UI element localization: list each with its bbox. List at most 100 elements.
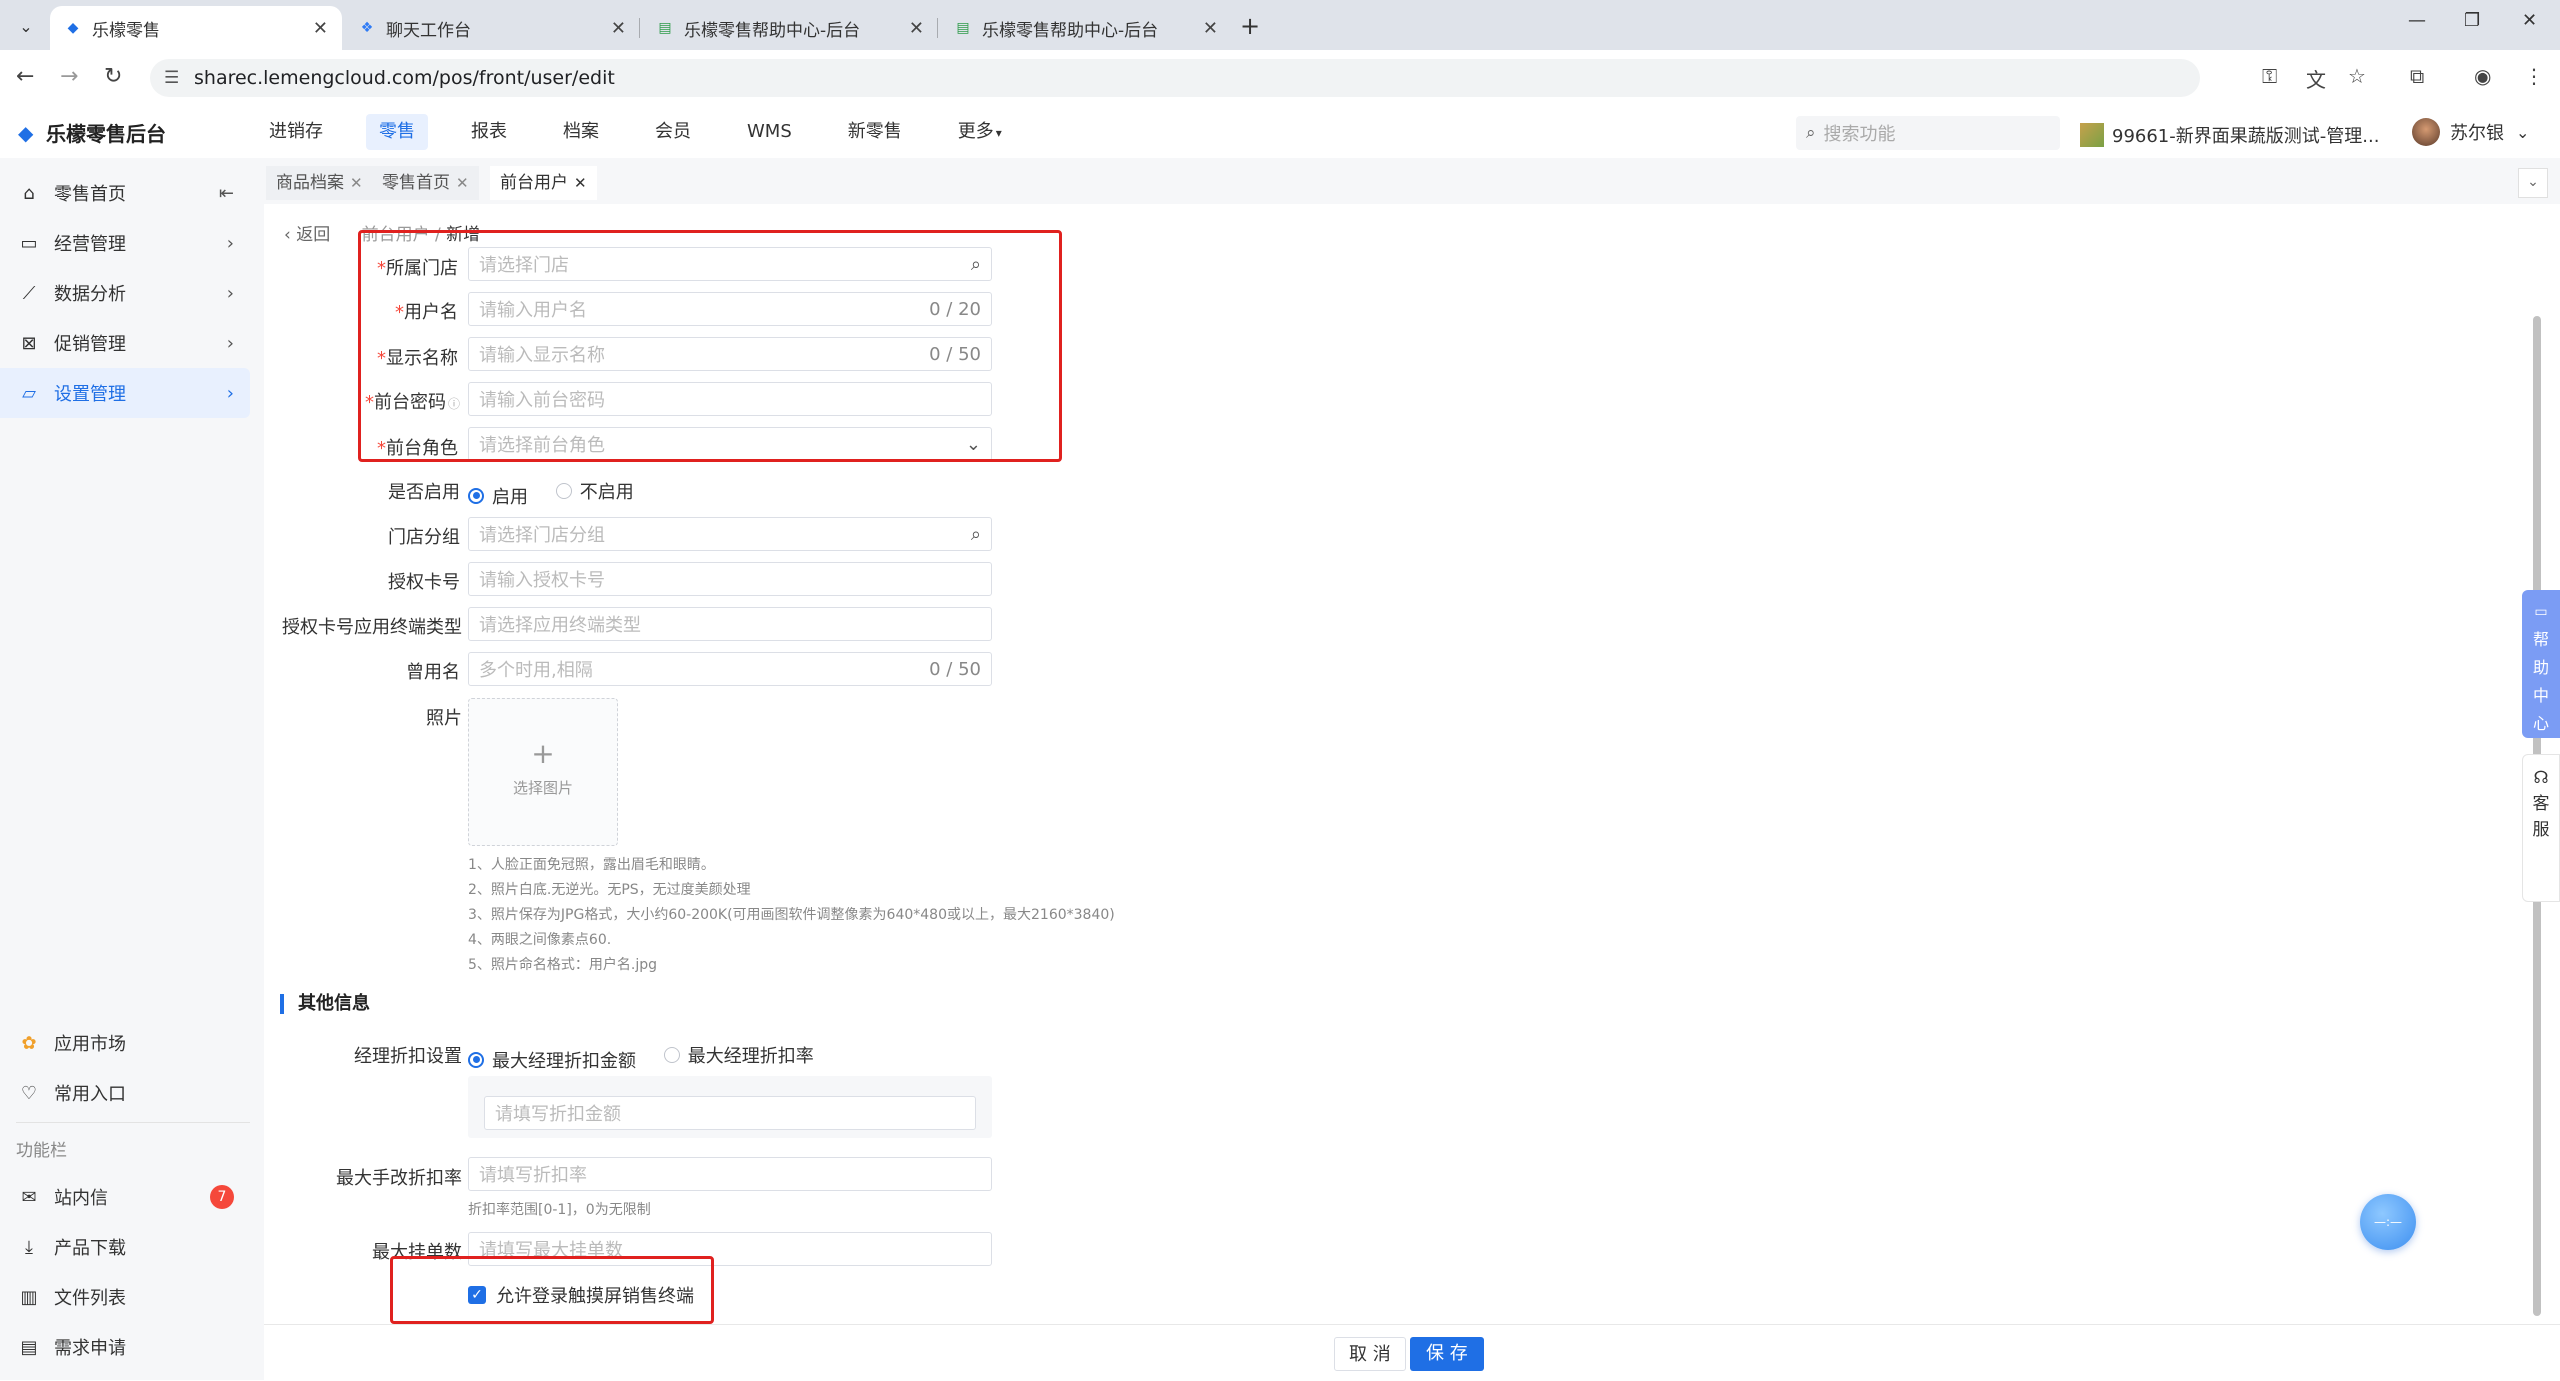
photo-tip: 1、人脸正面免冠照，露出眉毛和眼睛。 — [468, 857, 715, 873]
bookmark-star-icon[interactable]: ☆ — [2348, 64, 2366, 88]
browser-tab-help-2[interactable]: ▤ 乐檬零售帮助中心-后台 ✕ — [940, 6, 1232, 50]
close-icon[interactable]: ✕ — [456, 174, 469, 192]
restore-icon[interactable]: ❐ — [2464, 10, 2480, 31]
discount-range-hint: 折扣率范围[0-1]，0为无限制 — [468, 1202, 651, 1218]
top-nav: 进销存 零售 报表 档案 会员 WMS 新零售 更多 ▾ — [256, 114, 1045, 150]
download-icon: ⤓ — [25, 1236, 33, 1258]
store-switcher[interactable]: 99661-新界面果蔬版测试-管理... — [2080, 122, 2379, 148]
back-link[interactable]: ‹ 返回 — [284, 225, 330, 245]
collapse-sidebar-icon[interactable]: ⇤ — [219, 183, 234, 204]
terminal-type-select[interactable]: 请选择应用终端类型 — [468, 607, 992, 641]
lemeng-favicon-icon: ◆ — [67, 20, 79, 36]
close-tab-icon[interactable]: ✕ — [1203, 18, 1218, 39]
radio-disabled[interactable]: 不启用 — [555, 478, 634, 504]
close-window-icon[interactable]: ✕ — [2522, 10, 2537, 31]
browser-tab-title: 乐檬零售 — [92, 20, 160, 41]
nav-item-retail[interactable]: 零售 — [366, 114, 428, 150]
logo-icon: ◆ — [18, 120, 34, 145]
mail-icon: ✉ — [21, 1186, 37, 1208]
customer-service-tab[interactable]: ☊ 客 服 — [2522, 754, 2560, 902]
translate-icon[interactable]: 文 — [2306, 64, 2326, 93]
page-tab-front-user[interactable]: 前台用户 ✕ — [490, 166, 597, 200]
sidebar-item-analytics[interactable]: ⟋ 数据分析 › — [0, 268, 250, 318]
radio-max-discount-rate[interactable]: 最大经理折扣率 — [663, 1042, 814, 1068]
caret-down-icon: ▾ — [995, 126, 1002, 140]
tabs-dropdown-icon[interactable]: ⌄ — [2518, 168, 2548, 198]
max-manual-discount-input[interactable]: 请填写折扣率 — [468, 1157, 992, 1191]
function-search-input[interactable]: ⌕ 搜索功能 — [1796, 116, 2060, 150]
forward-arrow-icon[interactable]: → — [60, 64, 78, 89]
browser-tab-chat[interactable]: ❖ 聊天工作台 ✕ — [344, 6, 640, 50]
radio-max-discount-amount[interactable]: 最大经理折扣金额 — [468, 1047, 636, 1073]
photo-tip: 5、照片命名格式：用户名.jpg — [468, 957, 658, 973]
browser-tab-strip: ⌄ ◆ 乐檬零售 ✕ ❖ 聊天工作台 ✕ ▤ 乐檬零售帮助中心-后台 ✕ ▤ 乐… — [0, 0, 2560, 50]
save-button[interactable]: 保 存 — [1410, 1337, 1484, 1371]
sidebar-item-retail-home[interactable]: ⌂ 零售首页 ⇤ — [0, 168, 250, 218]
browser-tab-lemeng[interactable]: ◆ 乐檬零售 ✕ — [50, 6, 342, 50]
discount-radio-group: 最大经理折扣金额 最大经理折扣率 — [468, 1042, 836, 1073]
sidebar-item-app-market[interactable]: ✿ 应用市场 — [0, 1018, 250, 1068]
chevron-right-icon: › — [226, 382, 234, 404]
password-key-icon[interactable]: ⚿ — [2262, 64, 2277, 88]
new-tab-icon[interactable]: + — [1240, 12, 1260, 40]
close-tab-icon[interactable]: ✕ — [313, 18, 328, 39]
photo-upload[interactable]: + 选择图片 — [468, 698, 618, 846]
minimize-icon[interactable]: — — [2408, 10, 2426, 31]
cancel-button[interactable]: 取 消 — [1334, 1337, 1406, 1371]
reload-icon[interactable]: ↻ — [104, 64, 122, 89]
nav-item-archive[interactable]: 档案 — [550, 114, 612, 150]
tab-search-chevron-icon[interactable]: ⌄ — [12, 12, 40, 40]
photo-tip: 4、两眼之间像素点60. — [468, 932, 612, 948]
nav-item-wms[interactable]: WMS — [734, 114, 805, 150]
sidebar-item-favorites[interactable]: ♡ 常用入口 — [0, 1068, 250, 1118]
store-group-label: 门店分组 — [388, 527, 460, 548]
sidebar-item-settings[interactable]: ▱ 设置管理 › — [0, 368, 250, 418]
extensions-icon[interactable]: ⧉ — [2410, 64, 2424, 88]
profile-icon[interactable]: ◉ — [2474, 64, 2491, 88]
nav-item-new-retail[interactable]: 新零售 — [835, 114, 915, 150]
more-vert-icon[interactable]: ⋮ — [2524, 64, 2544, 88]
char-counter: 0 / 50 — [929, 658, 981, 680]
close-icon[interactable]: ✕ — [574, 174, 587, 192]
line-chart-icon: ⟋ — [22, 282, 36, 304]
nav-item-inventory[interactable]: 进销存 — [256, 114, 336, 150]
plus-icon: + — [531, 737, 555, 770]
sidebar-item-messages[interactable]: ✉ 站内信 7 — [0, 1172, 250, 1222]
url-field[interactable]: ☰ sharec.lemengcloud.com/pos/front/user/… — [150, 59, 2200, 97]
browser-tab-title: 聊天工作台 — [386, 20, 471, 41]
app-logo[interactable]: ◆ 乐檬零售后台 — [18, 118, 166, 147]
floating-assistant-button[interactable]: —:— — [2360, 1194, 2416, 1250]
close-tab-icon[interactable]: ✕ — [909, 18, 924, 39]
sidebar-item-requests[interactable]: ▤ 需求申请 — [0, 1322, 250, 1372]
close-tab-icon[interactable]: ✕ — [611, 18, 626, 39]
app-header: ◆ 乐檬零售后台 进销存 零售 报表 档案 会员 WMS 新零售 更多 ▾ ⌕ 搜… — [0, 106, 2560, 159]
help-center-tab[interactable]: ▭ 帮 助 中 心 — [2522, 590, 2560, 738]
request-icon: ▤ — [20, 1336, 38, 1358]
chevron-down-icon: ⌄ — [2516, 122, 2530, 142]
nav-item-more[interactable]: 更多 ▾ — [945, 114, 1015, 150]
sidebar-item-operations[interactable]: ▭ 经营管理 › — [0, 218, 250, 268]
search-icon: ⌕ — [970, 523, 981, 545]
sidebar-item-promotion[interactable]: ⊠ 促销管理 › — [0, 318, 250, 368]
store-thumbnail — [2080, 123, 2104, 147]
site-settings-icon[interactable]: ☰ — [164, 68, 179, 88]
former-name-input[interactable]: 多个时用,相隔 0 / 50 — [468, 652, 992, 686]
form-footer: 取 消 保 存 — [264, 1324, 2560, 1381]
radio-enabled[interactable]: 启用 — [468, 483, 528, 509]
sidebar-item-file-list[interactable]: ▥ 文件列表 — [0, 1272, 250, 1322]
browser-tab-help-1[interactable]: ▤ 乐檬零售帮助中心-后台 ✕ — [642, 6, 938, 50]
page-tab-product-archive[interactable]: 商品档案 ✕ — [266, 166, 373, 200]
nav-item-report[interactable]: 报表 — [458, 114, 520, 150]
sidebar-item-downloads[interactable]: ⤓ 产品下载 — [0, 1222, 250, 1272]
chevron-right-icon: › — [226, 282, 234, 304]
page-tab-retail-home[interactable]: 零售首页 ✕ — [372, 166, 479, 200]
auth-card-input[interactable]: 请输入授权卡号 — [468, 562, 992, 596]
store-group-select[interactable]: 请选择门店分组 ⌕ — [468, 517, 992, 551]
enabled-label: 是否启用 — [388, 482, 460, 503]
user-menu[interactable]: 苏尔银 ⌄ — [2412, 118, 2529, 146]
discount-amount-input[interactable]: 请填写折扣金额 — [484, 1096, 976, 1130]
back-arrow-icon[interactable]: ← — [16, 64, 34, 89]
close-icon[interactable]: ✕ — [350, 174, 363, 192]
nav-item-member[interactable]: 会员 — [642, 114, 704, 150]
page-tabs: 商品档案 ✕ 零售首页 ✕ 前台用户 ✕ ⌄ — [264, 158, 2560, 204]
